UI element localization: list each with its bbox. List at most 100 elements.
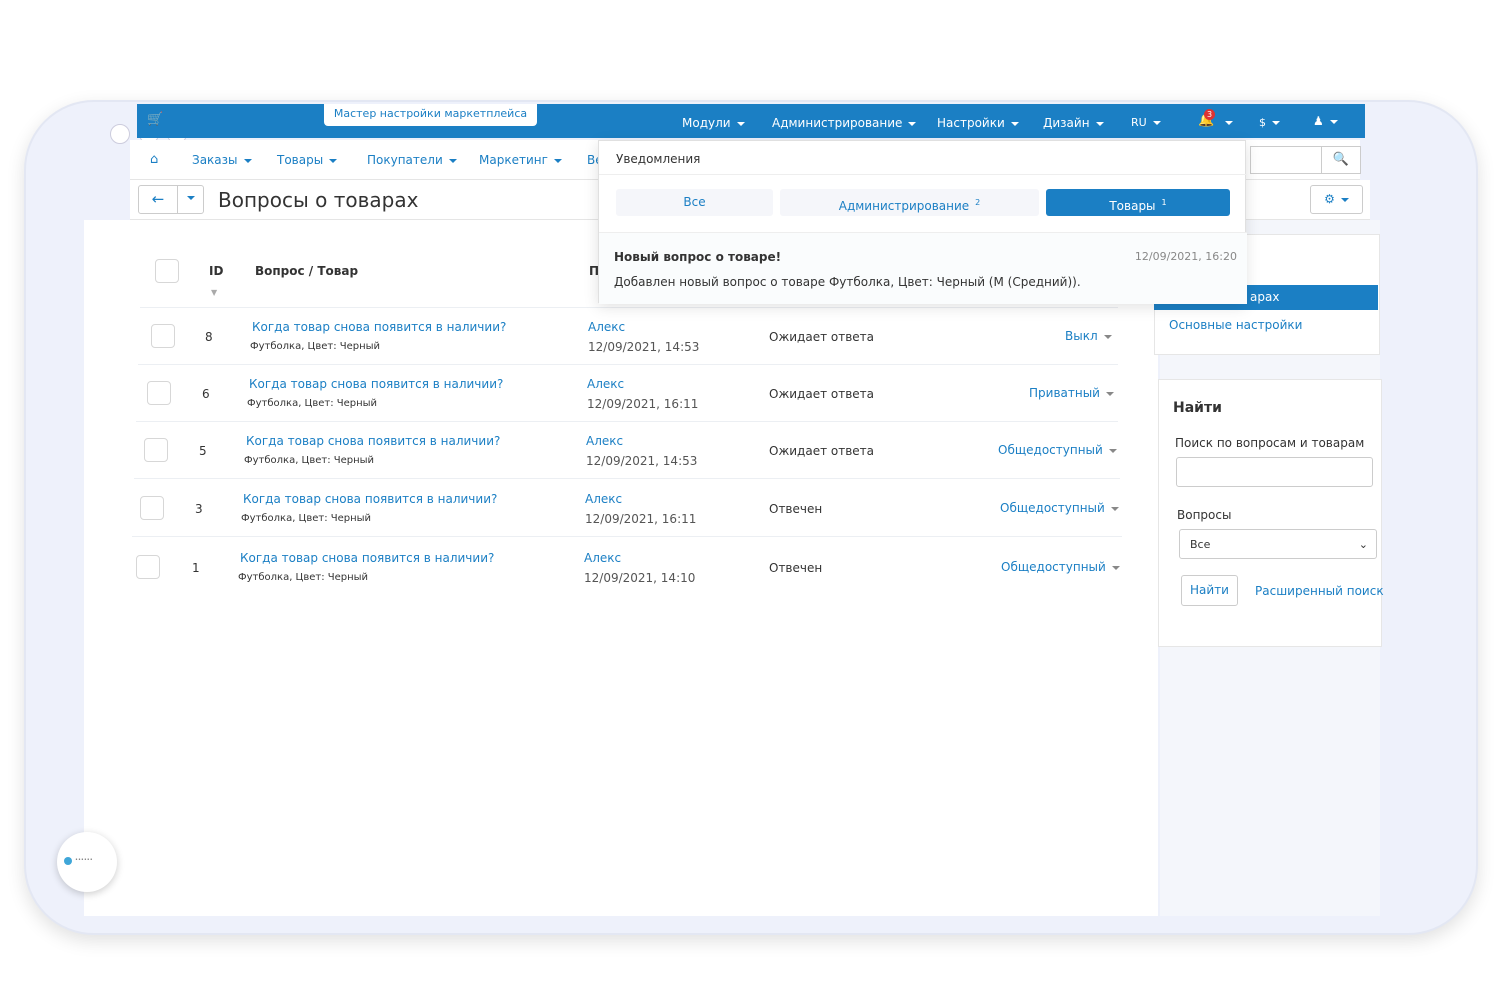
page-title: Вопросы о товарах [218, 188, 419, 212]
menu-design[interactable]: Дизайн [1043, 116, 1104, 130]
status-text: Отвечен [769, 561, 823, 575]
product-name: Футболка, Цвет: Черный [250, 341, 381, 352]
row-id: 8 [205, 330, 213, 344]
status-text: Ожидает ответа [769, 330, 875, 344]
menu-modules[interactable]: Модули [682, 116, 745, 130]
notification-title: Новый вопрос о товаре! [614, 250, 782, 264]
notifications-dropdown-caret[interactable] [1219, 116, 1233, 129]
row-checkbox[interactable] [151, 324, 175, 348]
home-icon[interactable]: ⌂ [150, 152, 158, 167]
currency-selector[interactable]: $ [1259, 116, 1280, 129]
row-divider [134, 478, 1120, 479]
row-divider [138, 364, 1118, 365]
arrow-left-icon: ← [151, 190, 165, 208]
chevron-down-icon: ⌄ [1358, 538, 1368, 551]
notifications-dropdown: Уведомления Все Администрирование 2 Товар… [598, 140, 1247, 304]
author-link[interactable]: Алекс [584, 551, 621, 565]
question-date: 12/09/2021, 14:53 [586, 454, 698, 468]
question-link[interactable]: Когда товар снова появится в наличии? [240, 551, 494, 565]
search-button[interactable]: 🔍 [1321, 146, 1361, 174]
camera-dot [110, 124, 130, 144]
select-all-checkbox[interactable] [155, 259, 179, 283]
row-id: 6 [202, 387, 210, 401]
status-text: Ожидает ответа [769, 387, 875, 401]
cart-logo-icon[interactable]: 🛒 [147, 112, 163, 127]
search-icon: 🔍 [1332, 152, 1350, 167]
subnav-marketing[interactable]: Маркетинг [479, 153, 562, 167]
row-id: 5 [199, 444, 207, 458]
row-divider [140, 307, 1118, 308]
divider [599, 174, 1247, 175]
product-name: Футболка, Цвет: Черный [241, 513, 372, 524]
questions-filter-label: Вопросы [1177, 508, 1232, 522]
question-link[interactable]: Когда товар снова появится в наличии? [249, 377, 503, 391]
question-date: 12/09/2021, 16:11 [587, 397, 699, 411]
search-heading: Найти [1173, 400, 1222, 416]
row-divider [132, 536, 1122, 537]
product-name: Футболка, Цвет: Черный [238, 572, 369, 583]
author-link[interactable]: Алекс [588, 320, 625, 334]
id-header[interactable]: ID [209, 264, 223, 278]
settings-gear-button[interactable]: ⚙ [1310, 185, 1363, 214]
user-icon: ♟ [1313, 114, 1324, 128]
author-link[interactable]: Алекс [586, 434, 623, 448]
question-link[interactable]: Когда товар снова появится в наличии? [246, 434, 500, 448]
status-text: Отвечен [769, 502, 823, 516]
search-query-label: Поиск по вопросам и товарам [1175, 436, 1365, 450]
question-date: 12/09/2021, 16:11 [585, 512, 697, 526]
question-date: 12/09/2021, 14:10 [584, 571, 696, 585]
brand-logo-icon: •••••• [75, 857, 93, 863]
notif-tab-all[interactable]: Все [616, 189, 773, 216]
product-name: Футболка, Цвет: Черный [244, 455, 375, 466]
notif-tab-administration[interactable]: Администрирование 2 [780, 189, 1039, 216]
question-date: 12/09/2021, 14:53 [588, 340, 700, 354]
row-id: 3 [195, 502, 203, 516]
notification-time: 12/09/2021, 16:20 [1134, 250, 1237, 263]
author-link[interactable]: Алекс [585, 492, 622, 506]
back-button[interactable]: ← [138, 185, 178, 214]
visibility-dropdown[interactable]: Общедоступный [1000, 501, 1119, 515]
notif-tab-products[interactable]: Товары 1 [1046, 189, 1230, 216]
floating-avatar-badge[interactable]: •••••• [57, 832, 117, 892]
search-query-input[interactable] [1176, 457, 1373, 487]
visibility-dropdown[interactable]: Общедоступный [998, 443, 1117, 457]
menu-administration[interactable]: Администрирование [772, 116, 917, 130]
visibility-dropdown[interactable]: Приватный [1029, 386, 1114, 400]
notifications-title: Уведомления [616, 152, 701, 166]
back-dropdown-button[interactable] [177, 185, 204, 214]
subnav-orders[interactable]: Заказы [192, 153, 252, 167]
row-id: 1 [192, 561, 200, 575]
gear-icon: ⚙ [1324, 192, 1335, 206]
row-checkbox[interactable] [147, 381, 171, 405]
notification-count-badge: 3 [1204, 109, 1216, 120]
sidebar-item-general-settings[interactable]: Основные настройки [1169, 318, 1302, 332]
row-checkbox[interactable] [140, 496, 164, 520]
visibility-dropdown[interactable]: Выкл [1065, 329, 1112, 343]
notification-text: Добавлен новый вопрос о товаре Футболка,… [614, 275, 1081, 289]
questions-filter-select[interactable]: Все ⌄ [1179, 529, 1377, 559]
brand-dot-icon [64, 857, 72, 865]
find-button[interactable]: Найти [1181, 575, 1238, 606]
subnav-products[interactable]: Товары [277, 153, 338, 167]
language-selector[interactable]: RU [1131, 116, 1161, 129]
status-text: Ожидает ответа [769, 444, 875, 458]
setup-wizard-button[interactable]: Мастер настройки маркетплейса [324, 104, 537, 126]
row-checkbox[interactable] [136, 555, 160, 579]
advanced-search-link[interactable]: Расширенный поиск [1255, 584, 1384, 598]
visibility-dropdown[interactable]: Общедоступный [1001, 560, 1120, 574]
product-name: Футболка, Цвет: Черный [247, 398, 378, 409]
user-menu[interactable]: ♟ [1313, 114, 1338, 128]
question-link[interactable]: Когда товар снова появится в наличии? [252, 320, 506, 334]
subnav-customers[interactable]: Покупатели [367, 153, 457, 167]
author-link[interactable]: Алекс [587, 377, 624, 391]
menu-settings[interactable]: Настройки [937, 116, 1019, 130]
row-divider [136, 421, 1118, 422]
row-checkbox[interactable] [144, 438, 168, 462]
question-link[interactable]: Когда товар снова появится в наличии? [243, 492, 497, 506]
question-header[interactable]: Вопрос / Товар [255, 264, 358, 278]
sort-desc-icon[interactable]: ▼ [211, 288, 217, 297]
top-navbar [137, 104, 1365, 138]
notification-item[interactable]: Новый вопрос о товаре! 12/09/2021, 16:20… [599, 232, 1247, 304]
chevron-down-icon [186, 196, 195, 200]
global-search-input[interactable] [1250, 146, 1322, 174]
